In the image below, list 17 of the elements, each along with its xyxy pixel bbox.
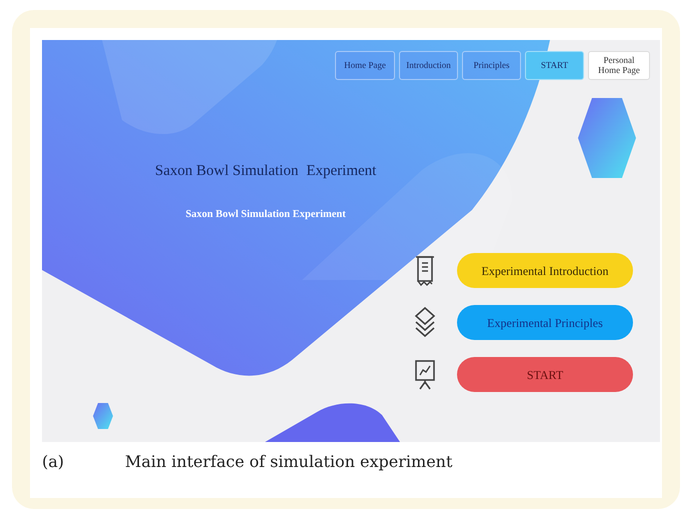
chart-board-icon — [413, 358, 437, 391]
title-text: Experiment — [306, 162, 376, 181]
action-button[interactable]: Experimental Introduction — [457, 253, 633, 288]
action-button[interactable]: START — [457, 357, 633, 392]
nav-tab[interactable]: Principles — [462, 51, 521, 80]
hexagon-shape — [93, 403, 113, 429]
nav-tab[interactable]: START — [525, 51, 584, 80]
title-text: Saxon Bowl Simulation — [155, 162, 298, 181]
subtitle: Saxon Bowl Simulation Experiment — [186, 208, 346, 222]
figure-label: (a) — [42, 451, 66, 473]
nav-tab[interactable]: Introduction — [399, 51, 458, 80]
figure-caption: Main interface of simulation experiment — [125, 451, 452, 473]
profile-link[interactable]: Personal Home Page — [588, 51, 650, 80]
action-button[interactable]: Experimental Principles — [457, 305, 633, 340]
layers-icon — [413, 306, 437, 339]
nav-tab[interactable]: Home Page — [335, 51, 395, 80]
document-icon — [413, 254, 437, 287]
